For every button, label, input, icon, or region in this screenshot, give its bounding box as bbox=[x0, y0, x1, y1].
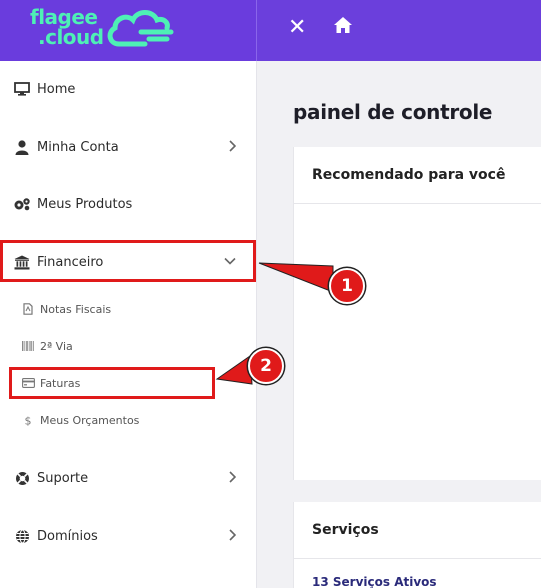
annotation-arrows bbox=[215, 262, 334, 385]
callout-2: 2 bbox=[248, 348, 284, 384]
callout-1: 1 bbox=[329, 268, 365, 304]
